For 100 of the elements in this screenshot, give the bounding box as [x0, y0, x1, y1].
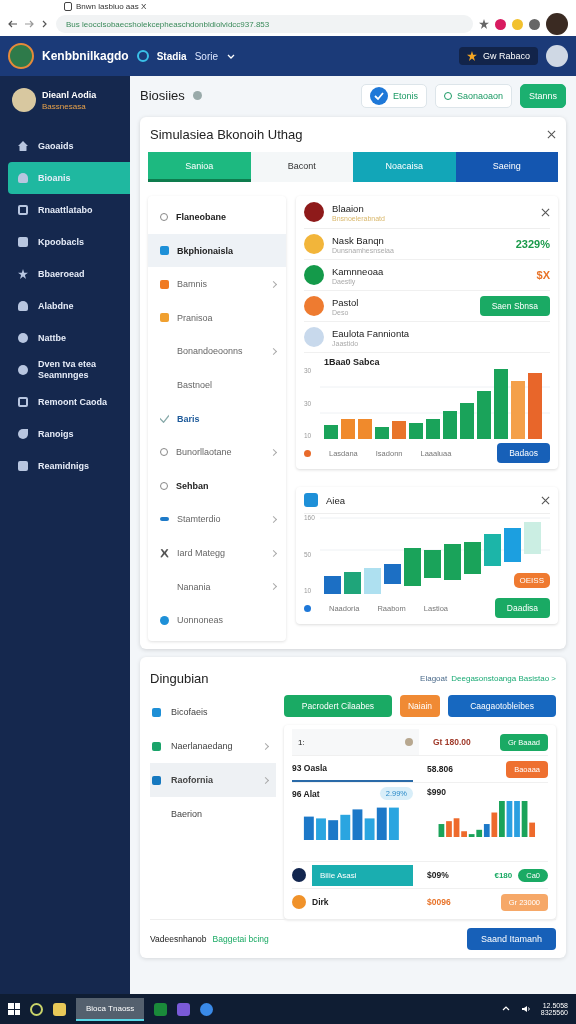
menu-item[interactable]: Raofornia [150, 763, 276, 797]
forward-icon[interactable] [24, 19, 34, 29]
price-text: Gt 180.00 [433, 737, 471, 747]
sidebar-item[interactable]: Kpoobacls [8, 226, 130, 258]
bar [426, 419, 440, 440]
bar [388, 807, 399, 840]
submit-button[interactable]: Saand Itamanh [466, 928, 556, 950]
avatar-icon [304, 202, 324, 223]
sidebar-item[interactable]: Ranoigs [8, 418, 130, 450]
sidebar-item[interactable]: Rnaattlatabo [8, 194, 130, 226]
action-button[interactable]: Badaos [497, 443, 550, 464]
sidebar-item[interactable]: Alabdne [8, 290, 130, 322]
bar [375, 427, 389, 440]
close-icon[interactable] [547, 130, 556, 140]
cross-icon [160, 548, 169, 558]
sidebar-item[interactable]: Bbaeroead [8, 258, 130, 290]
menu-item[interactable]: Iard Mategg [148, 536, 286, 570]
bar [443, 411, 457, 440]
menu-item[interactable]: Baris [148, 401, 286, 436]
bar [364, 568, 381, 595]
sidebar-item[interactable]: Dven tva etea Seamnnges [8, 354, 130, 386]
sidebar-item[interactable]: Reamidnigs [8, 450, 130, 482]
bar [528, 373, 542, 440]
circle-icon [136, 50, 149, 62]
bar [409, 423, 423, 440]
delta-text: €180 [494, 870, 513, 880]
close-icon[interactable] [541, 207, 550, 217]
bar [404, 548, 421, 587]
nav-link[interactable]: Stadia [156, 50, 187, 62]
card-title: Blaaion [332, 202, 365, 214]
avatar-icon[interactable] [546, 45, 568, 67]
chart-icon [304, 493, 318, 508]
menu-item[interactable]: Sehban [148, 469, 286, 503]
outline-button[interactable]: Saonaoaon [434, 83, 512, 108]
menu-item[interactable]: Bunorllaotane [148, 435, 286, 470]
row-title: Eaulota Fannionta [332, 327, 410, 339]
row-label: Dirk [312, 897, 329, 907]
bar [504, 528, 521, 563]
check-icon [369, 86, 388, 105]
bar [328, 820, 339, 840]
nav-link[interactable]: Sorie [194, 50, 219, 62]
section-title: Dingubian [150, 670, 209, 686]
extension-icon[interactable] [495, 18, 506, 30]
menu-item[interactable]: Bkphionaisla [148, 233, 286, 268]
menu-item[interactable]: Bicofaeis [150, 695, 276, 729]
address-field[interactable]: Bus leocclsobaecsholekcepheaschdonbldiolvidcc937.853 [56, 15, 473, 33]
profile-name: Dieanl Aodia [42, 89, 97, 100]
menu-item[interactable]: Flaneobane [148, 200, 286, 234]
bar [324, 425, 338, 440]
bar [341, 419, 355, 440]
menu-item[interactable]: Nanania [148, 569, 286, 604]
bar [358, 419, 372, 440]
bar [464, 542, 481, 575]
sidebar-item[interactable]: Nattbe [8, 322, 130, 354]
menu-item[interactable]: Bastnoel [148, 368, 286, 402]
browser-tab[interactable]: Bnwn lasbiuo aas X [76, 1, 147, 11]
segment-tab[interactable]: Bacont [250, 152, 353, 183]
dot-icon [304, 449, 311, 457]
menu-item[interactable]: Pranisoa [148, 301, 286, 335]
windows-icon[interactable] [8, 1003, 20, 1015]
sidebar-item[interactable]: Remoont Caoda [8, 386, 130, 418]
circle-icon [292, 868, 306, 882]
segment-tab[interactable]: Saeing [455, 152, 558, 183]
menu-item[interactable]: Bonandoeoonns [148, 334, 286, 369]
row-title: Nask Banqn [332, 234, 385, 246]
bar [340, 814, 351, 840]
extension-icon[interactable] [529, 18, 540, 30]
profile-role: Bassnesasa [42, 101, 87, 111]
row-title: Pastol [332, 296, 359, 308]
check-button[interactable]: Etonis [360, 83, 427, 108]
menu-item[interactable]: Uonnoneas [148, 603, 286, 637]
square-icon [160, 313, 169, 323]
back-icon[interactable] [8, 19, 18, 29]
row-value: $990 [427, 787, 447, 797]
bar [484, 534, 501, 567]
menu-item[interactable]: Naerlanaedang [150, 729, 276, 763]
page-title: Biosiies [140, 88, 185, 104]
menu-item[interactable]: Baerion [150, 797, 276, 831]
taskbar-window[interactable]: Bioca Tnaoss [76, 997, 145, 1021]
bar [303, 816, 314, 840]
close-icon[interactable] [541, 495, 550, 505]
menu-item[interactable]: Bamnis [148, 267, 286, 302]
bar [392, 421, 406, 440]
search-field[interactable]: 1: [292, 729, 419, 755]
action-button[interactable]: Caagaotobleibes [448, 695, 556, 717]
row-title: Kamnneoaa [332, 265, 384, 277]
badge: OEISS [513, 573, 550, 589]
row-label: 93 Oasla [292, 763, 327, 773]
row-value: 58.806 [427, 764, 453, 774]
avatar-icon[interactable] [546, 13, 568, 35]
row-value: $0096 [427, 897, 451, 907]
row-label: 96 Alat [292, 788, 320, 799]
logo-icon [8, 43, 34, 69]
menu-item[interactable]: Stamterdio [148, 502, 286, 537]
sidebar-item[interactable]: Gaoaids [8, 130, 130, 162]
speaker-icon[interactable] [520, 1004, 531, 1014]
box-icon [18, 397, 28, 407]
bar [316, 818, 326, 840]
user-pill[interactable]: Gw Rabaco [458, 47, 538, 65]
card-title: Aiea [326, 494, 345, 506]
